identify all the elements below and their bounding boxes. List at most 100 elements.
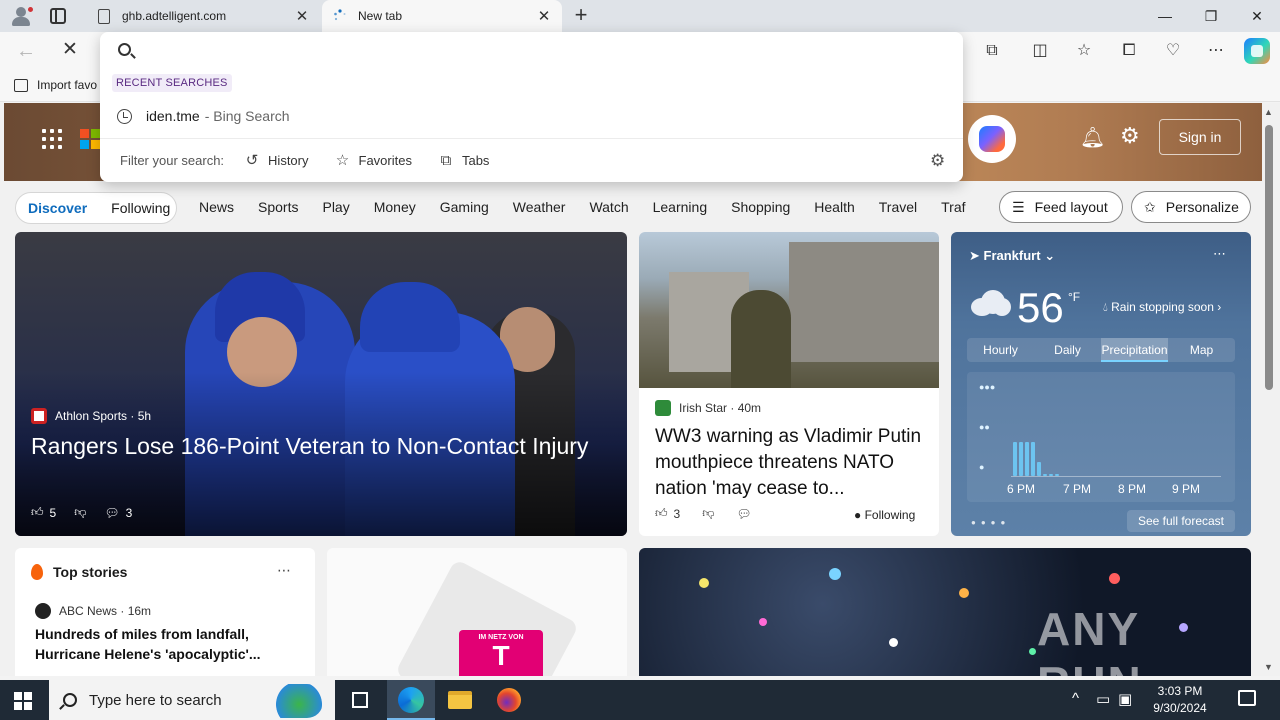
close-window-button[interactable]: ✕ bbox=[1234, 0, 1280, 32]
edge-icon[interactable] bbox=[398, 687, 424, 713]
tab-actions-icon[interactable] bbox=[50, 8, 66, 24]
weather-condition[interactable]: 💧︎ Rain stopping soon › bbox=[1103, 300, 1221, 315]
notifications-bell-icon[interactable]: 🔔︎ bbox=[1080, 125, 1105, 150]
scroll-up-arrow[interactable]: ▲ bbox=[1264, 107, 1273, 117]
story-source: Irish Star · 40m bbox=[655, 400, 761, 416]
tab-precipitation[interactable]: Precipitation bbox=[1101, 338, 1168, 362]
abc-news-logo bbox=[35, 603, 51, 619]
category-health[interactable]: Health bbox=[814, 199, 854, 215]
category-watch[interactable]: Watch bbox=[589, 199, 628, 215]
filter-tabs[interactable]: ⧉ Tabs bbox=[438, 152, 490, 169]
top-stories-card[interactable]: Top stories ⋯ ABC News · 16m Hundreds of… bbox=[15, 548, 315, 676]
more-options-icon[interactable]: ⋯ bbox=[1213, 246, 1226, 262]
category-news[interactable]: News bbox=[199, 199, 234, 215]
news-image-card[interactable]: ANY RUN bbox=[639, 548, 1251, 676]
browser-essentials-icon[interactable]: ♡ bbox=[1161, 39, 1185, 63]
stop-loading-button[interactable]: ✕ bbox=[62, 40, 78, 60]
firefox-icon[interactable] bbox=[497, 688, 521, 712]
show-hidden-icons-chevron-icon[interactable]: ^ bbox=[1072, 690, 1079, 707]
carousel-dots[interactable]: ●●●● bbox=[971, 518, 1010, 527]
story-headline[interactable]: Hundreds of miles from landfall, Hurrica… bbox=[35, 624, 295, 664]
category-money[interactable]: Money bbox=[374, 199, 416, 215]
like-icon[interactable]: 👍︎ bbox=[655, 506, 668, 521]
new-tab-button[interactable]: + bbox=[568, 3, 594, 29]
category-gaming[interactable]: Gaming bbox=[440, 199, 489, 215]
tab-discover[interactable]: Discover bbox=[16, 200, 99, 216]
battery-icon[interactable]: ▭ bbox=[1096, 690, 1110, 708]
sign-in-button[interactable]: Sign in bbox=[1159, 119, 1241, 155]
tab-following[interactable]: Following bbox=[99, 200, 182, 216]
windows-taskbar: Type here to search ^ ▭ ▣ 🔊︎ 3:03 PM 9/3… bbox=[0, 680, 1280, 720]
tab-new-tab[interactable]: New tab ✕ bbox=[322, 0, 562, 32]
feed-layout-button[interactable]: ☰ Feed layout bbox=[999, 191, 1123, 223]
maximize-button[interactable]: ❐ bbox=[1188, 0, 1234, 32]
suggestion-item[interactable]: iden.tme - Bing Search bbox=[100, 102, 963, 130]
start-button[interactable] bbox=[14, 692, 32, 710]
scrollbar-thumb[interactable] bbox=[1265, 125, 1273, 390]
collections-icon[interactable]: ⧠ bbox=[1117, 39, 1141, 63]
network-icon[interactable]: ▣ bbox=[1118, 690, 1132, 708]
story-headline[interactable]: Rangers Lose 186-Point Veteran to Non-Co… bbox=[31, 430, 611, 462]
comment-icon[interactable]: 💬︎ bbox=[104, 506, 119, 520]
split-screen-icon[interactable]: ◫ bbox=[1028, 39, 1052, 63]
profile-icon[interactable] bbox=[10, 5, 34, 27]
hero-story-card[interactable]: Athlon Sports · 5h Rangers Lose 186-Poin… bbox=[15, 232, 627, 536]
clock-time: 3:03 PM bbox=[1157, 684, 1203, 698]
precip-bar bbox=[1037, 462, 1041, 476]
weather-location[interactable]: ➤ Frankfurt ⌄ bbox=[969, 248, 1055, 264]
tab-map[interactable]: Map bbox=[1168, 338, 1235, 362]
task-view-icon[interactable] bbox=[352, 692, 368, 708]
category-weather[interactable]: Weather bbox=[513, 199, 566, 215]
more-options-icon[interactable]: ⋯ bbox=[277, 562, 291, 579]
tab-hourly[interactable]: Hourly bbox=[967, 338, 1034, 362]
notifications-icon[interactable] bbox=[1238, 690, 1256, 706]
like-count: 5 bbox=[49, 505, 57, 520]
close-tab-icon[interactable]: ✕ bbox=[294, 7, 310, 25]
apps-launcher-icon[interactable] bbox=[42, 129, 62, 149]
scroll-down-arrow[interactable]: ▼ bbox=[1264, 662, 1273, 672]
page-settings-icon[interactable]: ⚙ bbox=[1120, 123, 1140, 149]
weather-card[interactable]: ➤ Frankfurt ⌄ ⋯ 56 °F 💧︎ Rain stopping s… bbox=[951, 232, 1251, 536]
suggestion-source: - Bing Search bbox=[204, 108, 290, 124]
story-headline[interactable]: WW3 warning as Vladimir Putin mouthpiece… bbox=[655, 424, 927, 502]
category-play[interactable]: Play bbox=[322, 199, 349, 215]
page-scrollbar[interactable]: ▲ ▼ bbox=[1262, 103, 1280, 676]
irish-star-logo bbox=[655, 400, 671, 416]
system-clock[interactable]: 3:03 PM 9/30/2024 bbox=[1142, 683, 1218, 717]
address-input[interactable] bbox=[144, 36, 944, 64]
filter-history[interactable]: ↺ History bbox=[244, 152, 309, 169]
back-button[interactable]: ← bbox=[16, 41, 36, 61]
feed-segment: Discover Following bbox=[15, 192, 177, 224]
category-travel[interactable]: Travel bbox=[879, 199, 917, 215]
close-tab-icon[interactable]: ✕ bbox=[536, 7, 552, 25]
feed-layout-label: Feed layout bbox=[1034, 199, 1108, 215]
history-clock-icon bbox=[117, 108, 132, 124]
like-icon[interactable]: 👍︎ bbox=[31, 505, 44, 520]
category-sports[interactable]: Sports bbox=[258, 199, 298, 215]
file-explorer-icon[interactable] bbox=[448, 691, 472, 709]
time-tick: 8 PM bbox=[1118, 482, 1147, 496]
comment-icon[interactable]: 💬︎ bbox=[736, 507, 751, 521]
more-menu-icon[interactable]: ⋯ bbox=[1204, 39, 1228, 63]
category-bar: Discover Following News Sports Play Mone… bbox=[0, 189, 1262, 225]
category-learning[interactable]: Learning bbox=[653, 199, 708, 215]
dislike-icon[interactable]: 👎︎ bbox=[702, 506, 714, 521]
ad-card[interactable]: IM NETZ VON T bbox=[327, 548, 627, 676]
see-full-forecast-button[interactable]: See full forecast bbox=[1127, 510, 1235, 532]
favorites-icon[interactable]: ☆ bbox=[1072, 39, 1096, 63]
category-shopping[interactable]: Shopping bbox=[731, 199, 790, 215]
dislike-icon[interactable]: 👎︎ bbox=[74, 505, 86, 520]
filter-favorites[interactable]: ☆ Favorites bbox=[335, 152, 412, 169]
tab-adtelligent[interactable]: ghb.adtelligent.com ✕ bbox=[84, 0, 320, 32]
personalize-button[interactable]: ✩ Personalize bbox=[1131, 191, 1251, 223]
copilot-icon[interactable] bbox=[968, 115, 1016, 163]
taskbar-search-box[interactable]: Type here to search bbox=[49, 680, 335, 720]
category-traffic[interactable]: Traf bbox=[941, 199, 965, 215]
news-story-card[interactable]: Irish Star · 40m WW3 warning as Vladimir… bbox=[639, 232, 939, 536]
extensions-icon[interactable]: ⧉ bbox=[980, 39, 1004, 63]
import-favorites-link[interactable]: Import favo bbox=[14, 78, 97, 92]
tab-daily[interactable]: Daily bbox=[1034, 338, 1101, 362]
minimize-button[interactable]: — bbox=[1142, 0, 1188, 32]
copilot-icon[interactable] bbox=[1244, 38, 1270, 64]
search-settings-icon[interactable]: ⚙ bbox=[930, 151, 945, 171]
